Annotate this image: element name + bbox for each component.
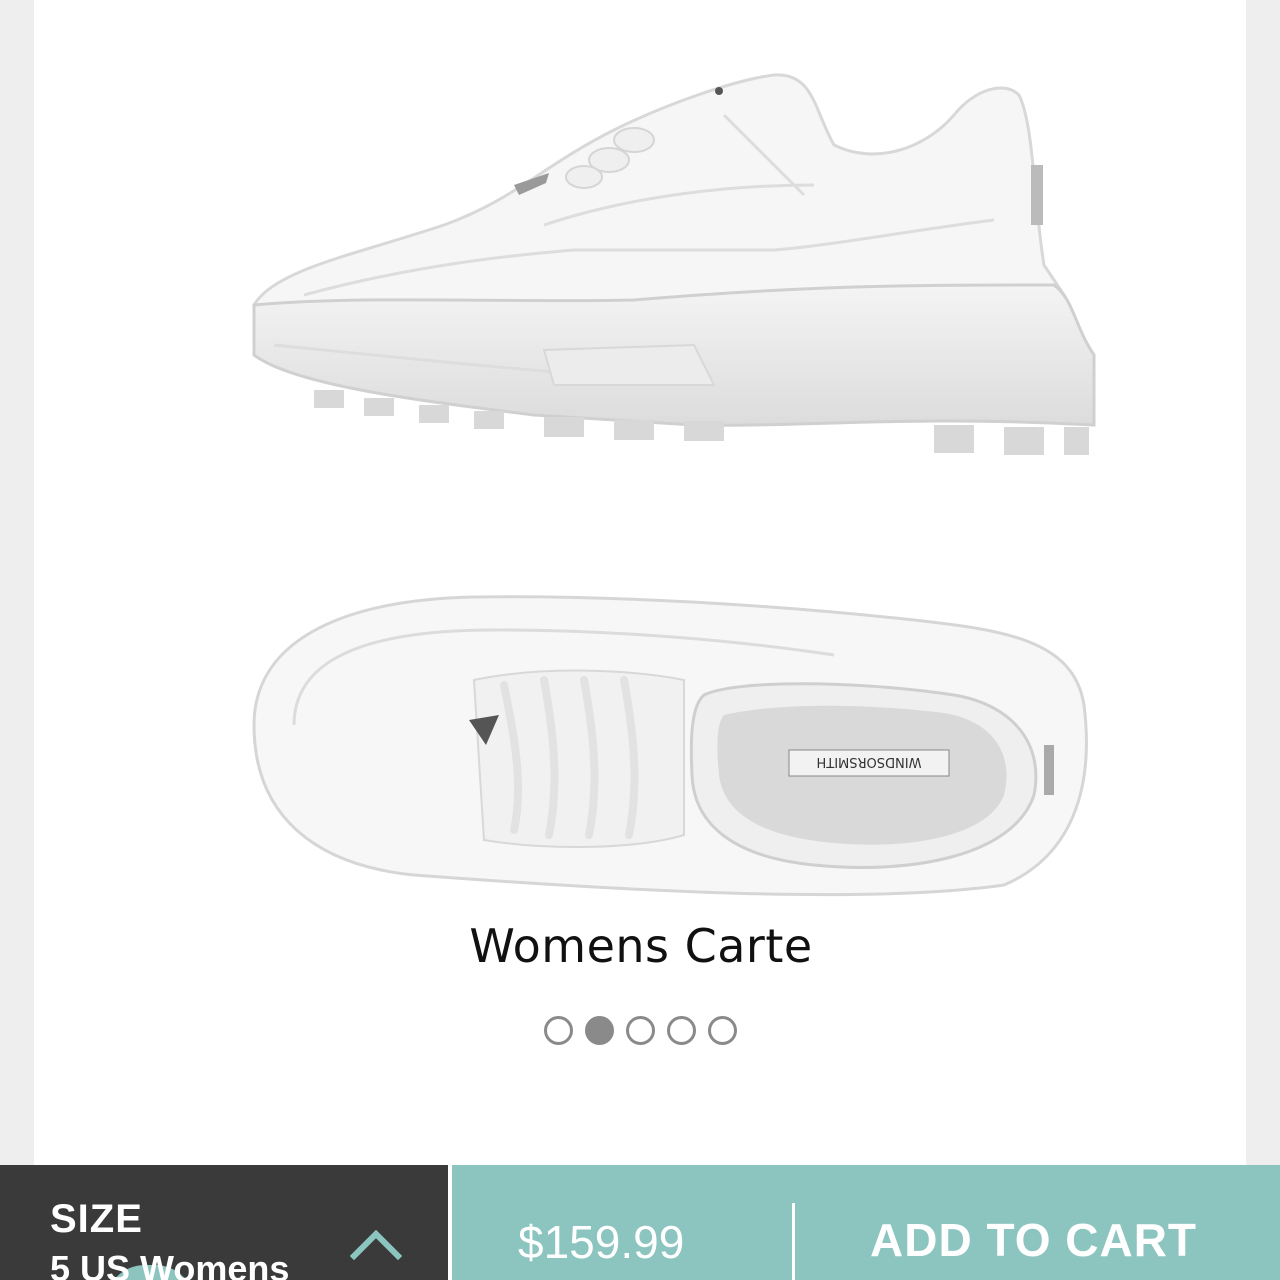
size-value: 5 US Womens — [50, 1248, 290, 1280]
carousel-dot-1[interactable] — [543, 1016, 573, 1045]
product-image-carousel[interactable]: WINDSORSMITH Womens Carte — [34, 0, 1246, 1165]
carousel-dot-5[interactable] — [707, 1016, 737, 1045]
carousel-pagination — [34, 1016, 1246, 1045]
carousel-dot-3[interactable] — [625, 1016, 655, 1045]
add-to-cart-button[interactable]: $159.99 ADD TO CART — [448, 1165, 1280, 1280]
product-title-plate: Womens Carte — [444, 902, 838, 990]
insole-brand-text: WINDSORSMITH — [817, 754, 922, 769]
divider — [792, 1203, 795, 1280]
price: $159.99 — [518, 1216, 685, 1268]
carousel-dot-4[interactable] — [666, 1016, 696, 1045]
add-to-cart-label: ADD TO CART — [870, 1214, 1198, 1266]
product-image-side-view — [252, 73, 1096, 455]
product-image-top-view: WINDSORSMITH — [252, 595, 1088, 897]
size-selector[interactable]: SIZE 5 US Womens — [0, 1165, 448, 1280]
chevron-up-icon[interactable] — [350, 1228, 402, 1260]
product-title: Womens Carte — [469, 919, 813, 973]
purchase-bar: SIZE 5 US Womens $159.99 ADD TO CART — [0, 1165, 1280, 1280]
size-heading: SIZE — [50, 1197, 143, 1241]
carousel-dot-2[interactable] — [584, 1016, 614, 1045]
